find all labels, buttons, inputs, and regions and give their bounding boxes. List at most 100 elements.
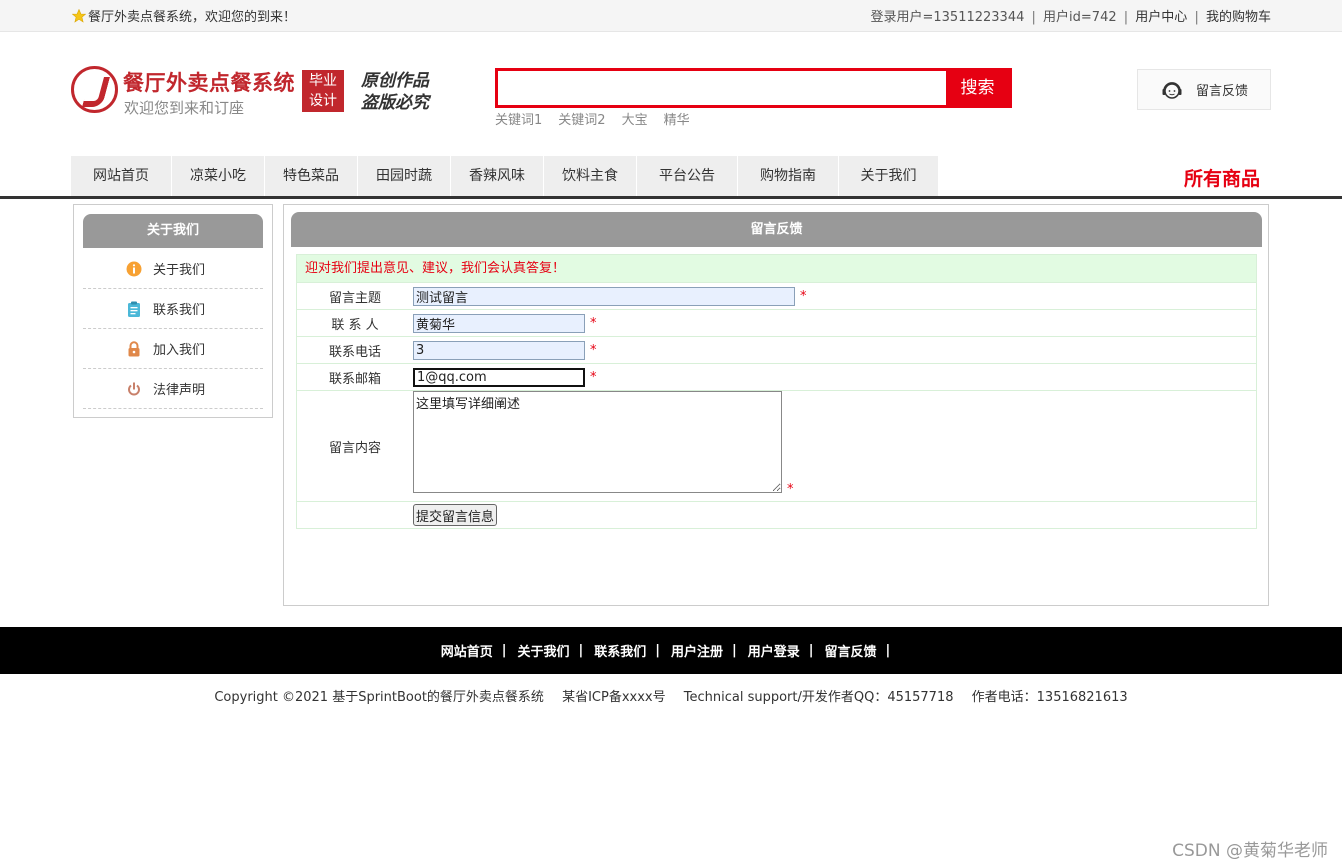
required-mark: * <box>787 482 794 497</box>
feedback-button[interactable]: 留言反馈 <box>1137 69 1271 110</box>
logo-title[interactable]: 餐厅外卖点餐系统 <box>123 67 295 97</box>
hot-keyword[interactable]: 关键词2 <box>558 113 605 128</box>
required-mark: * <box>590 369 597 385</box>
top-bar: 餐厅外卖点餐系统，欢迎您的到来！ 登录用户=13511223344 | 用户id… <box>0 0 1342 32</box>
welcome-message: 餐厅外卖点餐系统，欢迎您的到来！ <box>72 6 296 25</box>
nav-divider <box>0 196 1342 199</box>
form-notice: 迎对我们提出意见、建议，我们会认真答复！ <box>297 255 1256 283</box>
icp-text: 某省ICP备xxxx号 <box>562 690 666 705</box>
footer-link-feedback[interactable]: 留言反馈 <box>825 641 877 660</box>
logo-subtitle: 欢迎您到来和订座 <box>124 99 245 117</box>
separator: | <box>1194 10 1199 25</box>
required-mark: * <box>590 342 597 358</box>
nav-item-spicy[interactable]: 香辣风味 <box>451 156 544 196</box>
form-row-contact: 联 系 人 * <box>297 310 1256 337</box>
email-input[interactable] <box>413 367 585 387</box>
nav-item-announcements[interactable]: 平台公告 <box>637 156 738 196</box>
feedback-form: 迎对我们提出意见、建议，我们会认真答复！ 留言主题 * 联 系 人 * 联系电话… <box>296 254 1257 529</box>
feedback-label: 留言反馈 <box>1196 84 1249 99</box>
footer-link-contact[interactable]: 联系我们 <box>594 641 646 660</box>
nav-item-cold-dishes[interactable]: 凉菜小吃 <box>172 156 265 196</box>
footer-link-login[interactable]: 用户登录 <box>748 641 800 660</box>
author-phone-text: 作者电话：13516821613 <box>971 690 1128 705</box>
hot-keyword[interactable]: 大宝 <box>622 113 648 128</box>
empty-label <box>297 502 413 528</box>
email-label: 联系邮箱 <box>328 371 381 387</box>
footer-separator: | <box>808 643 814 658</box>
subject-label: 留言主题 <box>328 290 381 306</box>
hot-keyword[interactable]: 关键词1 <box>495 113 542 128</box>
power-icon <box>128 382 140 395</box>
sidebar-item-label: 关于我们 <box>153 263 206 278</box>
nav-item-specialty[interactable]: 特色菜品 <box>265 156 358 196</box>
sidebar-item-legal[interactable]: 法律声明 <box>83 369 263 409</box>
sidebar: 关于我们 关于我们 联系我们 加入我们 法律声明 <box>73 204 273 418</box>
sidebar-item-label: 加入我们 <box>153 343 206 358</box>
copyright-text: Copyright ©2021 基于SprintBoot的餐厅外卖点餐系统 <box>214 690 544 705</box>
form-row-phone: 联系电话 * <box>297 337 1256 364</box>
phone-input[interactable] <box>413 340 585 360</box>
form-row-email: 联系邮箱 * <box>297 364 1256 391</box>
subject-input[interactable] <box>413 286 795 306</box>
separator: | <box>1031 10 1036 25</box>
star-icon <box>72 8 86 23</box>
logo-icon[interactable] <box>71 66 118 113</box>
footer-separator: | <box>501 643 507 658</box>
sidebar-list: 关于我们 联系我们 加入我们 法律声明 <box>83 249 263 409</box>
footer-link-register[interactable]: 用户注册 <box>671 641 723 660</box>
headset-icon <box>1162 81 1182 99</box>
user-id-text: 用户id=742 <box>1043 10 1117 25</box>
footer-nav: 网站首页 | 关于我们 | 联系我们 | 用户注册 | 用户登录 | 留言反馈 | <box>0 627 1342 674</box>
nav-item-home[interactable]: 网站首页 <box>71 156 172 196</box>
phone-label: 联系电话 <box>328 344 381 360</box>
lock-icon <box>128 340 140 356</box>
sidebar-item-about[interactable]: 关于我们 <box>83 249 263 289</box>
footer-separator: | <box>885 643 891 658</box>
all-goods-link[interactable]: 所有商品 <box>1184 164 1260 191</box>
original-line-1: 原创作品 <box>361 71 429 91</box>
search-input[interactable] <box>498 71 949 105</box>
user-info: 登录用户=13511223344 | 用户id=742 | 用户中心 | 我的购… <box>871 6 1272 25</box>
cart-link[interactable]: 我的购物车 <box>1206 10 1271 25</box>
nav-item-drinks[interactable]: 饮料主食 <box>544 156 637 196</box>
feedback-panel: 留言反馈 迎对我们提出意见、建议，我们会认真答复！ 留言主题 * 联 系 人 *… <box>283 204 1269 606</box>
search-box: 搜索 <box>495 68 1012 108</box>
user-center-link[interactable]: 用户中心 <box>1135 10 1187 25</box>
welcome-text: 餐厅外卖点餐系统，欢迎您的到来！ <box>88 10 297 25</box>
watermark: CSDN @黄菊华老师 <box>1172 841 1328 861</box>
content-label: 留言内容 <box>328 440 381 456</box>
original-line-2: 盗版必究 <box>361 93 429 113</box>
required-mark: * <box>800 288 807 304</box>
main-nav: 网站首页 凉菜小吃 特色菜品 田园时蔬 香辣风味 饮料主食 平台公告 购物指南 … <box>71 156 939 196</box>
hot-keywords: 关键词1 关键词2 大宝 精华 <box>495 109 706 128</box>
nav-item-shopping-guide[interactable]: 购物指南 <box>738 156 839 196</box>
login-user-text: 登录用户=13511223344 <box>870 10 1025 25</box>
search-button[interactable]: 搜索 <box>946 68 1009 108</box>
footer-link-home[interactable]: 网站首页 <box>441 641 493 660</box>
footer-separator: | <box>655 643 660 658</box>
sidebar-item-label: 法律声明 <box>153 383 206 398</box>
footer-link-about[interactable]: 关于我们 <box>517 641 569 660</box>
footer-separator: | <box>578 643 584 658</box>
contact-label: 联 系 人 <box>331 317 379 333</box>
panel-title: 留言反馈 <box>291 212 1262 247</box>
clipboard-icon <box>128 301 140 317</box>
badge-line-2: 设计 <box>309 93 337 109</box>
info-circle-icon <box>126 261 142 276</box>
submit-button[interactable]: 提交留言信息 <box>413 504 498 526</box>
original-work-stamp: 原创作品 盗版必究 <box>361 70 429 114</box>
sidebar-item-contact[interactable]: 联系我们 <box>83 289 263 329</box>
nav-item-about[interactable]: 关于我们 <box>839 156 939 196</box>
footer-separator: | <box>732 643 737 658</box>
nav-item-vegetables[interactable]: 田园时蔬 <box>358 156 451 196</box>
hot-keyword[interactable]: 精华 <box>664 113 690 128</box>
separator: | <box>1123 10 1129 25</box>
sidebar-item-label: 联系我们 <box>153 303 206 318</box>
sidebar-item-join[interactable]: 加入我们 <box>83 329 263 369</box>
content-textarea[interactable]: 这里填写详细阐述 <box>413 391 782 493</box>
contact-input[interactable] <box>413 313 585 333</box>
badge-line-1: 毕业 <box>309 73 337 89</box>
support-text: Technical support/开发作者QQ：45157718 <box>683 690 954 705</box>
form-row-subject: 留言主题 * <box>297 283 1256 310</box>
copyright-line: Copyright ©2021 基于SprintBoot的餐厅外卖点餐系统 某省… <box>0 686 1342 705</box>
